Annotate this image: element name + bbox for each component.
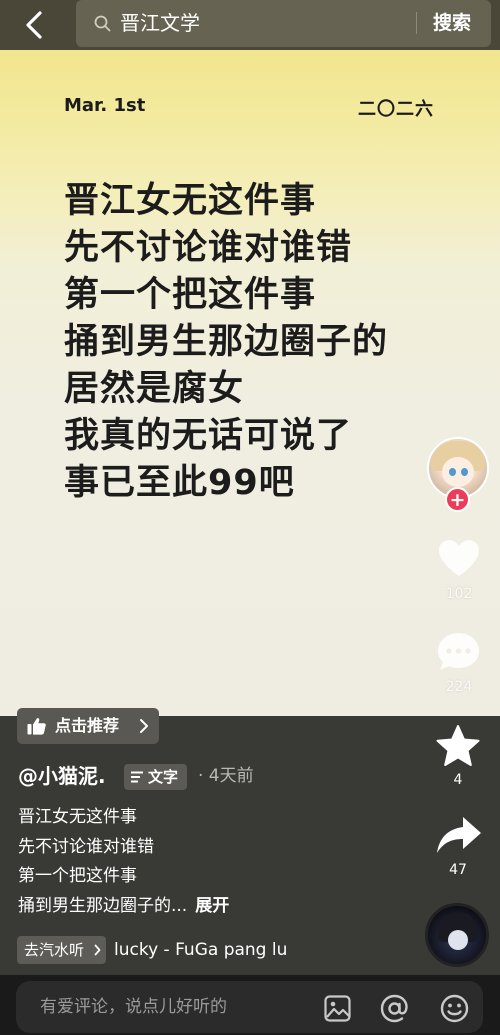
poster-line: 捅到男生那边圈子的 <box>64 322 389 362</box>
star-icon[interactable] <box>435 724 481 768</box>
post-time: · 4天前 <box>198 766 254 786</box>
poster-text: 晋江女无这件事 先不讨论谁对谁错 第一个把这件事 捅到男生那边圈子的 居然是腐女… <box>64 178 388 507</box>
open-music-app-button[interactable]: 去汽水听 <box>17 936 106 964</box>
chevron-right-icon <box>140 719 148 733</box>
like-count: 102 <box>445 586 473 602</box>
chevron-right-icon <box>94 944 101 956</box>
follow-plus-icon: + <box>449 489 466 511</box>
poster-line: 第一个把这件事 <box>64 275 317 315</box>
text-lines-icon <box>131 771 143 783</box>
post-type-badge[interactable]: 文字 <box>124 764 187 790</box>
back-icon[interactable] <box>18 8 52 42</box>
music-tag-label: 去汽水听 <box>24 941 85 959</box>
post-description[interactable]: 晋江女无这件事 先不讨论谁对谁错 第一个把这件事 捅到男生那边圈子的... 展开 <box>18 803 418 921</box>
search-divider <box>416 12 417 34</box>
recommend-button[interactable]: 点击推荐 <box>17 708 159 744</box>
favorite-count: 4 <box>453 772 463 788</box>
avatar-eye <box>461 468 468 476</box>
poster-line: 事已至此99吧 <box>64 463 295 503</box>
disc-face <box>448 930 468 950</box>
avatar-face <box>442 457 474 487</box>
image-icon[interactable] <box>324 995 351 1022</box>
poster-date: Mar. 1st <box>64 95 146 116</box>
desc-line: 先不讨论谁对谁错 <box>18 836 154 857</box>
search-box[interactable]: 晋江文学 搜索 <box>76 0 491 47</box>
recommend-label: 点击推荐 <box>55 716 120 735</box>
desc-line: 捅到男生那边圈子的... 展开 <box>18 892 418 922</box>
desc-line: 晋江女无这件事 <box>18 807 137 827</box>
avatar-eye <box>449 468 456 476</box>
author-name[interactable]: @小猫泥. <box>18 763 106 789</box>
share-count: 47 <box>449 862 467 878</box>
search-button[interactable]: 搜索 <box>433 10 471 36</box>
thumb-up-icon <box>27 718 46 735</box>
poster-line: 居然是腐女 <box>64 369 245 409</box>
poster-line: 我真的无话可说了 <box>64 416 353 456</box>
search-input[interactable]: 晋江文学 <box>120 10 200 36</box>
comment-placeholder: 有爱评论，说点儿好听的 <box>40 997 227 1017</box>
music-title[interactable]: lucky - FuGa pang lu <box>114 937 310 963</box>
poster-line: 先不讨论谁对谁错 <box>64 228 353 268</box>
desc-line-text: 捅到男生那边圈子的... <box>18 895 188 916</box>
poster-line: 晋江女无这件事 <box>64 181 317 221</box>
expand-button[interactable]: 展开 <box>195 896 229 916</box>
poster-year: 二〇二六 <box>358 99 434 120</box>
heart-icon[interactable] <box>437 538 481 578</box>
comment-icon[interactable] <box>436 631 481 673</box>
comment-count: 224 <box>445 679 473 695</box>
desc-line: 第一个把这件事 <box>18 866 137 886</box>
top-bar: 晋江文学 搜索 <box>0 0 500 50</box>
at-icon[interactable] <box>380 994 409 1023</box>
comment-bar: 有爱评论，说点儿好听的 <box>0 975 500 1035</box>
emoji-icon[interactable] <box>440 994 469 1023</box>
share-icon[interactable] <box>435 815 483 855</box>
music-disc[interactable] <box>425 903 489 967</box>
comment-input[interactable]: 有爱评论，说点儿好听的 <box>16 981 483 1033</box>
post-type-label: 文字 <box>148 768 179 786</box>
search-icon <box>94 15 111 32</box>
follow-button[interactable]: + <box>445 487 470 512</box>
post-image[interactable]: Mar. 1st 二〇二六 晋江女无这件事 先不讨论谁对谁错 第一个把这件事 捅… <box>0 50 500 716</box>
